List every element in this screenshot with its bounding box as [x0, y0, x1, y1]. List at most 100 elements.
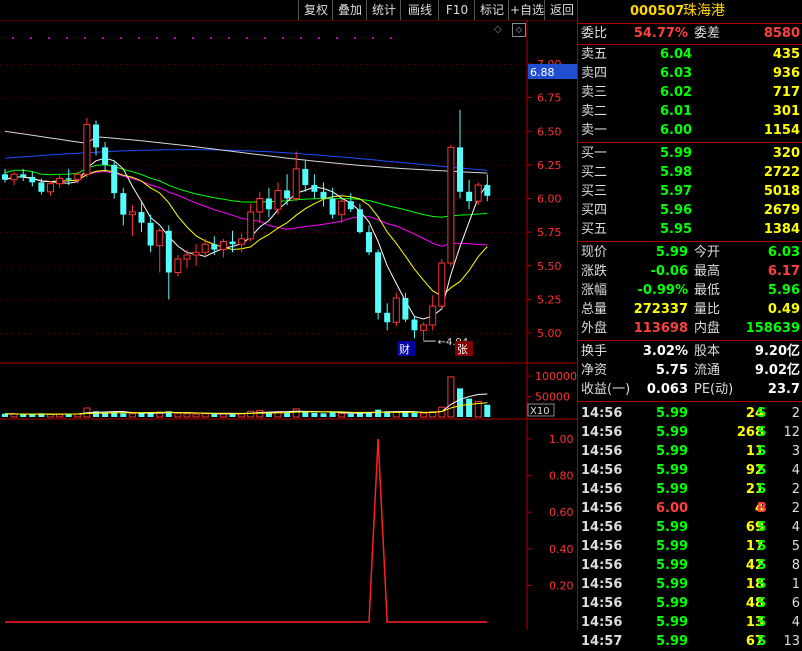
- grid-dot: [282, 232, 283, 234]
- grid-dot: [144, 333, 145, 334]
- sell-label: 卖四: [581, 66, 608, 81]
- grid-dot: [48, 164, 49, 166]
- grid-dot: [372, 97, 373, 99]
- grid-dot: [432, 333, 433, 334]
- grid-dot: [198, 64, 199, 65]
- indicator-axis-label: 0.40: [549, 543, 574, 556]
- stock-code: 000507: [630, 4, 685, 19]
- grid-dot: [426, 299, 427, 301]
- tick-side: S: [757, 444, 767, 459]
- grid-dot: [486, 164, 487, 166]
- toolbar-button-5[interactable]: 标记: [474, 0, 509, 20]
- grid-dot: [144, 164, 145, 166]
- grid-dot: [228, 164, 229, 166]
- toolbar-button-6[interactable]: +自选: [508, 0, 545, 20]
- grid-dot: [234, 131, 235, 133]
- grid-dot: [144, 265, 145, 267]
- toolbar-button-7[interactable]: 返回: [544, 0, 579, 20]
- candle-body: [247, 211, 255, 240]
- grid-dot: [366, 198, 367, 200]
- grid-dot: [24, 299, 25, 301]
- grid-dot: [420, 97, 421, 99]
- grid-dot: [474, 299, 475, 301]
- dot-mark: [228, 37, 230, 39]
- buy-price: 5.97: [660, 184, 693, 199]
- grid-dot: [372, 164, 373, 166]
- grid-dot: [318, 333, 319, 334]
- tick-side: S: [757, 539, 767, 554]
- grid-dot: [114, 232, 115, 234]
- grid-dot: [264, 232, 265, 234]
- grid-dot: [216, 333, 217, 334]
- stat-label: 今开: [694, 245, 721, 260]
- grid-dot: [42, 164, 43, 166]
- volume-bar: [375, 409, 382, 417]
- grid-dot: [312, 97, 313, 99]
- volume-bar: [411, 412, 418, 417]
- grid-dot: [480, 97, 481, 99]
- grid-dot: [360, 333, 361, 334]
- grid-dot: [336, 64, 337, 65]
- candle-body: [274, 189, 282, 210]
- grid-dot: [234, 333, 235, 334]
- diamond-icon[interactable]: ◇: [494, 24, 502, 35]
- grid-dot: [456, 64, 457, 65]
- grid-dot: [210, 265, 211, 267]
- toolbar-button-1[interactable]: 叠加: [332, 0, 367, 20]
- grid-dot: [426, 198, 427, 200]
- candle-body: [20, 174, 27, 177]
- grid-dot: [126, 97, 127, 99]
- grid-dot: [384, 232, 385, 234]
- grid-dot: [444, 131, 445, 133]
- grid-dot: [354, 265, 355, 267]
- grid-dot: [108, 299, 109, 301]
- indicator-line: [5, 438, 488, 623]
- grid-dot: [366, 64, 367, 65]
- grid-dot: [114, 333, 115, 334]
- dot-mark: [120, 37, 122, 39]
- grid-dot: [60, 164, 61, 166]
- grid-dot: [84, 265, 85, 267]
- grid-dot: [504, 198, 505, 200]
- grid-dot: [162, 131, 163, 133]
- grid-dot: [264, 265, 265, 267]
- toolbar-button-2[interactable]: 统计: [366, 0, 401, 20]
- grid-dot: [198, 97, 199, 99]
- toolbar-button-4[interactable]: F10: [438, 0, 475, 20]
- expand-icon[interactable]: ◇: [512, 23, 526, 37]
- grid-dot: [408, 198, 409, 200]
- dot-mark: [30, 37, 32, 39]
- candle-body: [83, 124, 91, 175]
- grid-dot: [258, 64, 259, 65]
- dot-mark: [174, 37, 176, 39]
- grid-dot: [246, 265, 247, 267]
- grid-dot: [54, 131, 55, 133]
- grid-dot: [270, 333, 271, 334]
- kline-chart[interactable]: 7.006.756.506.256.005.755.505.255.006.88…: [0, 0, 578, 630]
- grid-dot: [276, 64, 277, 65]
- candle-body: [238, 238, 246, 245]
- grid-dot: [390, 198, 391, 200]
- grid-dot: [216, 299, 217, 301]
- grid-dot: [492, 164, 493, 166]
- grid-dot: [156, 333, 157, 334]
- toolbar-button-0[interactable]: 复权: [298, 0, 333, 20]
- grid-dot: [174, 97, 175, 99]
- ma250-line: [4, 130, 488, 174]
- grid-dot: [318, 164, 319, 166]
- toolbar-button-3[interactable]: 画线: [400, 0, 439, 20]
- grid-dot: [474, 131, 475, 133]
- grid-dot: [396, 333, 397, 334]
- grid-dot: [462, 265, 463, 267]
- grid-dot: [72, 131, 73, 133]
- grid-dot: [102, 232, 103, 234]
- grid-dot: [126, 232, 127, 234]
- tick-row: 14:56 5.99 18 S 1: [578, 575, 802, 594]
- grid-dot: [72, 232, 73, 234]
- grid-dot: [306, 64, 307, 65]
- volume-bar: [183, 413, 191, 418]
- grid-dot: [96, 333, 97, 334]
- sell-label: 卖一: [581, 123, 608, 138]
- grid-dot: [228, 333, 229, 334]
- tick-time: 14:56: [581, 406, 623, 421]
